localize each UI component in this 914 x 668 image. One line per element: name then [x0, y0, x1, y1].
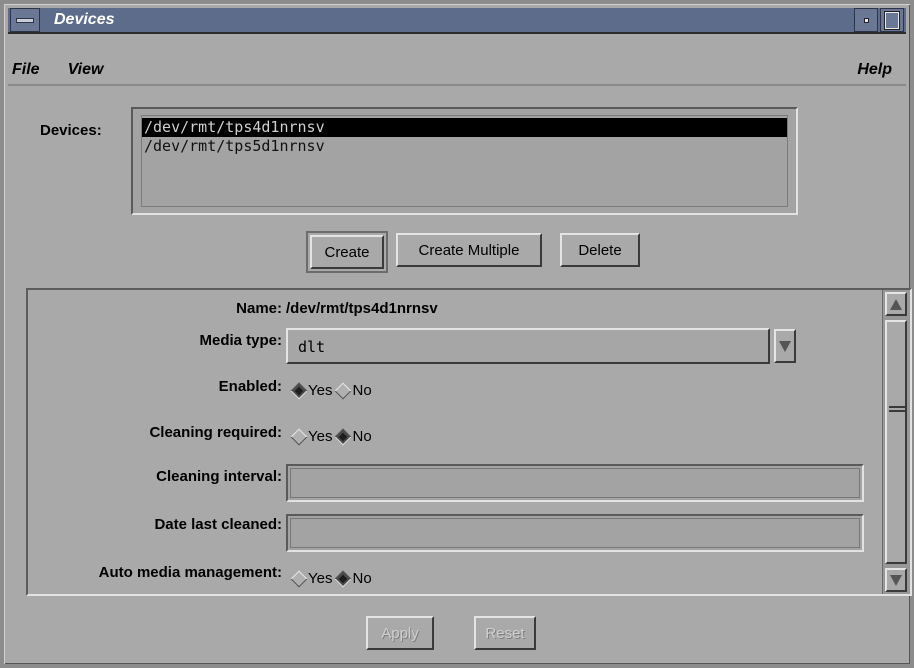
cleaning-interval-label: Cleaning interval:: [156, 468, 282, 485]
device-list-item[interactable]: /dev/rmt/tps5d1nrnsv: [142, 137, 787, 156]
date-last-cleaned-field[interactable]: [286, 514, 864, 552]
menu-view[interactable]: View: [54, 61, 118, 79]
radio-off-icon: [334, 382, 352, 399]
menu-help[interactable]: Help: [843, 61, 906, 79]
details-scrollbar[interactable]: [882, 290, 910, 594]
cleaning-required-no-label: No: [352, 428, 372, 445]
grip-line: [889, 406, 905, 408]
minimize-icon: [863, 17, 869, 23]
radio-on-icon: [334, 570, 352, 587]
radio-on-icon: [290, 382, 308, 399]
device-list-viewport: /dev/rmt/tps4d1nrnsv /dev/rmt/tps5d1nrns…: [141, 115, 788, 207]
cleaning-required-yes-label: Yes: [308, 428, 333, 445]
auto-media-management-label: Auto media management:: [98, 564, 282, 581]
enabled-radio-group: Yes No: [290, 382, 374, 399]
name-value: /dev/rmt/tps4d1nrnsv: [286, 300, 438, 317]
media-type-value: dlt: [298, 338, 326, 356]
window-title: Devices: [54, 11, 115, 28]
window-menu-icon: [16, 17, 34, 23]
create-multiple-button[interactable]: Create Multiple: [396, 233, 542, 267]
enabled-label: Enabled:: [218, 378, 282, 395]
scroll-thumb[interactable]: [885, 320, 907, 564]
menu-file[interactable]: File: [8, 61, 54, 79]
enabled-yes-label: Yes: [308, 382, 333, 399]
media-type-label: Media type:: [199, 332, 282, 349]
cleaning-required-yes-radio[interactable]: Yes: [290, 428, 332, 445]
chevron-down-icon: [779, 340, 791, 352]
cleaning-required-no-radio[interactable]: No: [334, 428, 372, 445]
grip-line: [889, 410, 905, 412]
media-type-select[interactable]: dlt: [286, 328, 770, 364]
create-button[interactable]: Create: [306, 231, 388, 273]
date-last-cleaned-label: Date last cleaned:: [154, 516, 282, 533]
auto-media-management-radio-group: Yes No: [290, 570, 374, 587]
radio-off-icon: [290, 570, 308, 587]
auto-media-management-no-label: No: [352, 570, 372, 587]
maximize-button[interactable]: [880, 8, 904, 32]
radio-on-icon: [334, 428, 352, 445]
cleaning-required-radio-group: Yes No: [290, 428, 374, 445]
enabled-yes-radio[interactable]: Yes: [290, 382, 332, 399]
delete-button[interactable]: Delete: [560, 233, 640, 267]
cleaning-interval-field[interactable]: [286, 464, 864, 502]
menu-bar: File View Help: [8, 56, 906, 86]
media-type-dropdown-button[interactable]: [774, 329, 796, 363]
enabled-no-radio[interactable]: No: [334, 382, 372, 399]
date-last-cleaned-input: [290, 518, 860, 548]
maximize-icon: [884, 10, 900, 30]
name-label: Name:: [236, 300, 282, 317]
title-bar[interactable]: Devices: [8, 8, 906, 34]
reset-button[interactable]: Reset: [474, 616, 536, 650]
cleaning-required-label: Cleaning required:: [149, 424, 282, 441]
window-menu-button[interactable]: [10, 8, 40, 32]
auto-media-management-no-radio[interactable]: No: [334, 570, 372, 587]
arrow-up-icon: [890, 298, 902, 310]
arrow-down-icon: [890, 574, 902, 586]
device-details-panel: Name: /dev/rmt/tps4d1nrnsv Media type: d…: [26, 288, 912, 596]
scroll-up-button[interactable]: [885, 292, 907, 316]
auto-media-management-yes-radio[interactable]: Yes: [290, 570, 332, 587]
radio-off-icon: [290, 428, 308, 445]
scroll-down-button[interactable]: [885, 568, 907, 592]
device-list-item[interactable]: /dev/rmt/tps4d1nrnsv: [142, 118, 787, 137]
cleaning-interval-input: [290, 468, 860, 498]
auto-media-management-yes-label: Yes: [308, 570, 333, 587]
apply-button[interactable]: Apply: [366, 616, 434, 650]
minimize-button[interactable]: [854, 8, 878, 32]
device-list[interactable]: /dev/rmt/tps4d1nrnsv /dev/rmt/tps5d1nrns…: [131, 107, 798, 215]
enabled-no-label: No: [352, 382, 372, 399]
devices-label: Devices:: [40, 122, 102, 139]
devices-window: Devices File View Help Devices: /dev/rmt…: [0, 0, 914, 668]
